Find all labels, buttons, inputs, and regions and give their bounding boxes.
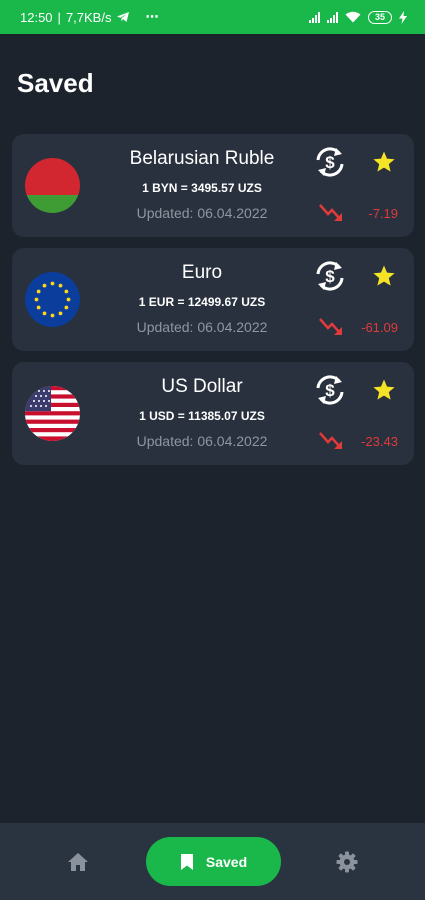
star-icon[interactable] <box>372 378 396 402</box>
nav-saved-label: Saved <box>205 853 248 870</box>
home-icon <box>68 853 88 871</box>
eu-star <box>58 283 63 288</box>
status-separator: | <box>57 9 61 25</box>
eu-star <box>66 297 71 302</box>
belarus-flag <box>25 158 80 213</box>
status-time: 12:50 <box>20 9 53 25</box>
bookmark-icon <box>180 853 193 870</box>
exchange-rate: 1 EUR = 12499.67 UZS <box>138 295 266 309</box>
status-bar: 12:50 | 7,7KB/s ⋯ 35 <box>0 0 425 34</box>
exchange-rate: 1 BYN = 3495.57 UZS <box>142 181 262 195</box>
trend-down-icon <box>319 318 342 335</box>
currency-card[interactable]: Euro 1 EUR = 12499.67 UZS Updated: 06.04… <box>12 248 414 351</box>
nav-settings-button[interactable] <box>332 848 362 876</box>
signal-icon-2 <box>327 11 338 23</box>
svg-text:$: $ <box>325 153 335 172</box>
status-right: 35 <box>309 10 407 24</box>
rate-change: -61.09 <box>361 320 398 335</box>
telegram-icon <box>117 12 130 22</box>
wifi-icon <box>345 11 361 23</box>
eu-star <box>64 305 69 310</box>
battery-icon: 35 <box>368 10 392 24</box>
updated-date: Updated: 06.04.2022 <box>136 319 268 335</box>
eu-star <box>50 281 55 286</box>
rate-change: -7.19 <box>368 206 398 221</box>
star-icon[interactable] <box>372 150 396 174</box>
us-flag <box>25 386 80 441</box>
trend-down-icon <box>319 204 342 221</box>
eu-star <box>42 283 47 288</box>
currency-card[interactable]: Belarusian Ruble 1 BYN = 3495.57 UZS Upd… <box>12 134 414 237</box>
trend-down-icon <box>319 432 342 449</box>
currency-name: Belarusian Ruble <box>129 148 275 169</box>
currency-card[interactable]: US Dollar 1 USD = 11385.07 UZS Updated: … <box>12 362 414 465</box>
currency-name: US Dollar <box>161 376 243 397</box>
signal-icon <box>309 11 320 23</box>
convert-icon[interactable]: $ <box>312 144 348 180</box>
currency-name: Euro <box>181 262 223 283</box>
eu-star <box>64 289 69 294</box>
page-title: Saved <box>17 68 94 98</box>
nav-saved-button[interactable]: Saved <box>146 837 281 886</box>
eu-star <box>42 311 47 316</box>
eu-star <box>36 305 41 310</box>
bottom-nav: Saved <box>0 823 425 900</box>
eu-star <box>34 297 39 302</box>
status-left: 12:50 | 7,7KB/s ⋯ <box>20 9 159 25</box>
updated-date: Updated: 06.04.2022 <box>136 205 268 221</box>
eu-star <box>36 289 41 294</box>
nav-home-button[interactable] <box>62 848 94 876</box>
eu-star <box>58 311 63 316</box>
charging-icon <box>399 10 407 24</box>
star-icon[interactable] <box>372 264 396 288</box>
convert-icon[interactable]: $ <box>312 258 348 294</box>
rate-change: -23.43 <box>361 434 398 449</box>
updated-date: Updated: 06.04.2022 <box>136 433 268 449</box>
svg-text:$: $ <box>325 267 335 286</box>
exchange-rate: 1 USD = 11385.07 UZS <box>139 409 265 423</box>
convert-icon[interactable]: $ <box>312 372 348 408</box>
eu-star <box>50 313 55 318</box>
network-speed: 7,7KB/s <box>65 9 112 25</box>
eu-flag <box>25 272 80 327</box>
svg-text:$: $ <box>325 381 335 400</box>
overflow-indicator: ⋯ <box>145 9 160 24</box>
gear-icon <box>336 851 358 873</box>
